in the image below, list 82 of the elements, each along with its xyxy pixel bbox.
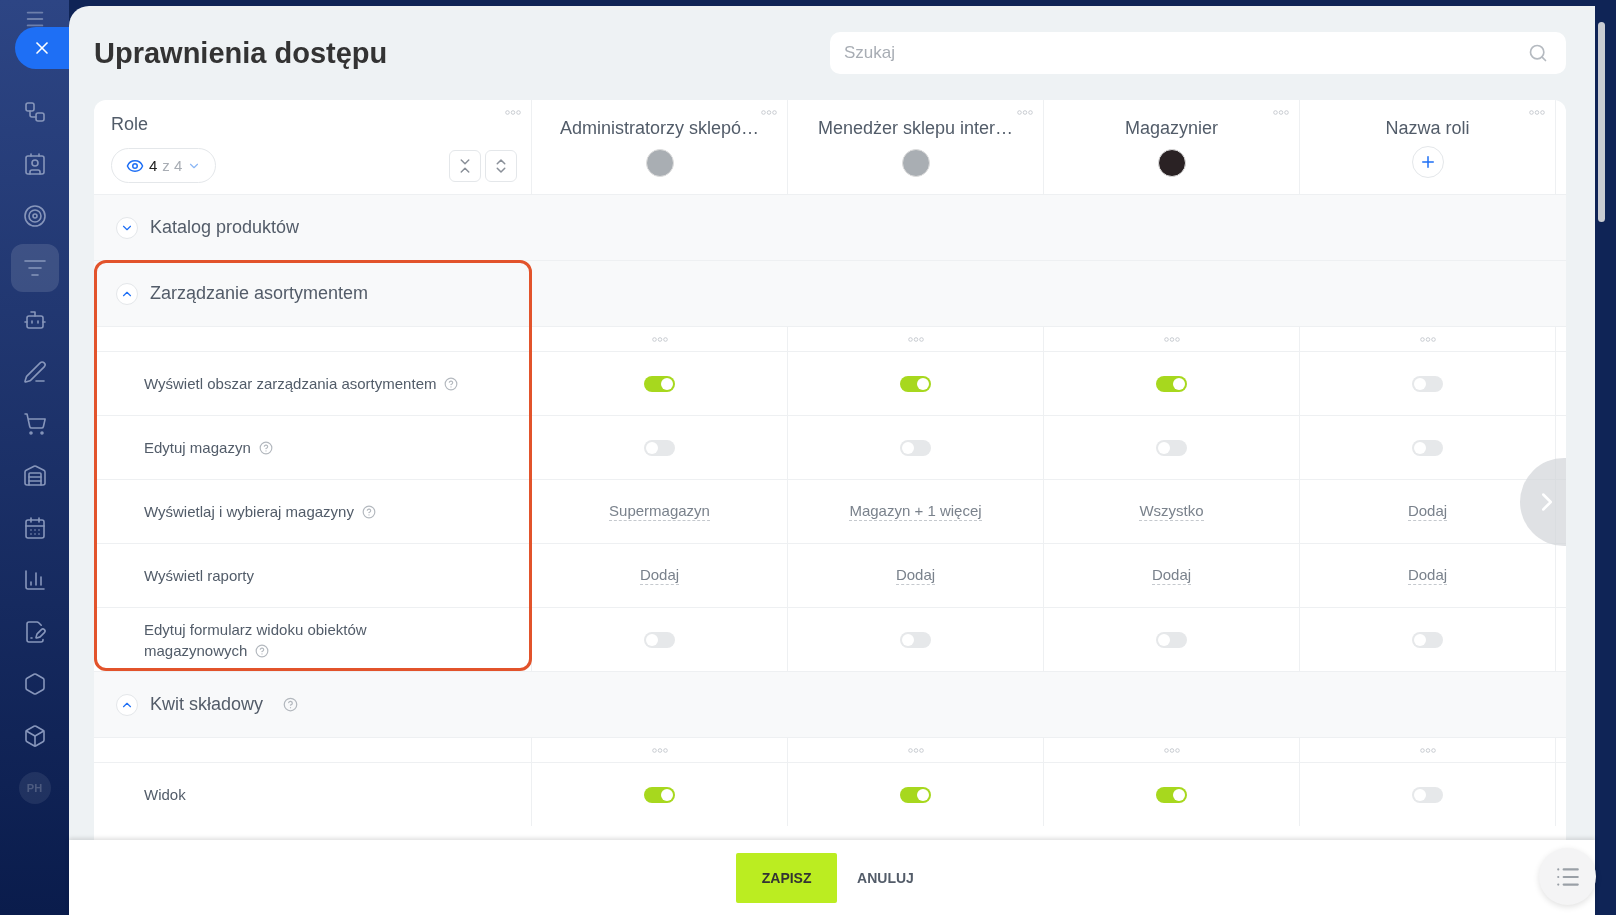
bar-chart-icon[interactable] bbox=[22, 568, 47, 592]
toggle-switch[interactable] bbox=[900, 439, 931, 456]
more-icon[interactable] bbox=[651, 336, 668, 342]
toggle-switch[interactable] bbox=[1156, 439, 1187, 456]
permission-label: Wyświetl raporty bbox=[144, 566, 254, 586]
toggle-switch[interactable] bbox=[1156, 375, 1187, 392]
more-icon[interactable] bbox=[651, 747, 668, 753]
more-icon[interactable] bbox=[1529, 110, 1545, 115]
toggle-switch[interactable] bbox=[644, 786, 675, 803]
toggle-switch[interactable] bbox=[1156, 786, 1187, 803]
value-link[interactable]: Dodaj bbox=[1407, 502, 1448, 521]
target-icon[interactable] bbox=[22, 204, 47, 228]
cart-icon[interactable] bbox=[22, 412, 47, 436]
help-icon[interactable] bbox=[283, 697, 299, 712]
toggle-switch[interactable] bbox=[644, 375, 675, 392]
expand-all-button[interactable] bbox=[485, 149, 517, 182]
cancel-button[interactable]: ANULUJ bbox=[843, 852, 928, 903]
value-link[interactable]: Magazyn + 1 więcej bbox=[849, 502, 982, 521]
user-avatar bbox=[1157, 149, 1186, 177]
box-icon[interactable] bbox=[22, 724, 47, 748]
toggle-switch[interactable] bbox=[1156, 631, 1187, 648]
more-icon[interactable] bbox=[1419, 747, 1436, 753]
scrollbar[interactable] bbox=[1598, 22, 1605, 222]
toggle-switch[interactable] bbox=[644, 439, 675, 456]
value-link[interactable]: Dodaj bbox=[895, 566, 936, 585]
sidebar-item[interactable] bbox=[10, 244, 59, 292]
toggle-switch[interactable] bbox=[900, 375, 931, 392]
more-icon[interactable] bbox=[1419, 336, 1436, 342]
flow-icon[interactable] bbox=[22, 100, 47, 124]
close-button[interactable] bbox=[15, 27, 69, 69]
visible-roles-filter[interactable]: 4 z 4 bbox=[111, 148, 217, 183]
role-name: Magazynier bbox=[1124, 118, 1218, 139]
value-link[interactable]: Supermagazyn bbox=[609, 502, 710, 521]
value-link[interactable]: Wszystko bbox=[1139, 502, 1204, 521]
hexagon-icon[interactable] bbox=[22, 672, 47, 696]
permission-label: Wyświetl obszar zarządzania asortymentem bbox=[144, 373, 459, 394]
calendar-icon[interactable] bbox=[22, 516, 47, 540]
permission-label: Edytuj formularz widoku obiektów magazynowych bbox=[144, 619, 368, 661]
toggle-switch[interactable] bbox=[1412, 786, 1443, 803]
toggle-switch[interactable] bbox=[1412, 375, 1443, 392]
section-title: Katalog produktów bbox=[150, 217, 300, 238]
more-icon[interactable] bbox=[907, 747, 924, 753]
more-icon[interactable] bbox=[1017, 110, 1033, 115]
section-title: Zarządzanie asortymentem bbox=[150, 283, 369, 304]
help-icon[interactable] bbox=[444, 377, 459, 391]
help-icon[interactable] bbox=[258, 441, 273, 455]
help-icon[interactable] bbox=[361, 505, 376, 519]
toggle-switch[interactable] bbox=[900, 631, 931, 648]
help-icon[interactable] bbox=[255, 643, 270, 658]
pen-icon[interactable] bbox=[22, 360, 47, 384]
user-avatar bbox=[901, 149, 930, 177]
add-button[interactable] bbox=[1411, 146, 1444, 178]
value-link[interactable]: Dodaj bbox=[1151, 566, 1192, 585]
page-title: Uprawnienia dostępu bbox=[94, 36, 388, 70]
section-title: Kwit składowy bbox=[150, 694, 264, 715]
permission-label: Wyświetlaj i wybieraj magazyny bbox=[144, 501, 376, 522]
contact-card-icon[interactable] bbox=[22, 152, 47, 176]
value-link[interactable]: Dodaj bbox=[639, 566, 680, 585]
toggle-switch[interactable] bbox=[1412, 439, 1443, 456]
robot-icon[interactable] bbox=[22, 308, 47, 332]
search-field[interactable]: Szukaj bbox=[830, 32, 1566, 74]
role-name: Menedżer sklepu inter… bbox=[817, 118, 1014, 139]
toggle-switch[interactable] bbox=[644, 631, 675, 648]
permission-label: Widok bbox=[144, 785, 186, 805]
toggle-switch[interactable] bbox=[1412, 631, 1443, 648]
more-icon[interactable] bbox=[1163, 747, 1180, 753]
value-link[interactable]: Dodaj bbox=[1407, 566, 1448, 585]
role-name: Administratorzy sklepó… bbox=[559, 118, 760, 139]
role-name: Nazwa roli bbox=[1385, 118, 1470, 139]
permission-label: Edytuj magazyn bbox=[144, 437, 273, 458]
collapse-all-button[interactable] bbox=[449, 149, 481, 182]
more-icon[interactable] bbox=[761, 110, 777, 115]
more-icon[interactable] bbox=[1273, 110, 1289, 115]
user-avatar bbox=[645, 149, 674, 177]
column-title: Role bbox=[111, 114, 150, 135]
warehouse-icon[interactable] bbox=[22, 464, 47, 488]
more-icon[interactable] bbox=[505, 110, 521, 115]
toggle-switch[interactable] bbox=[900, 786, 931, 803]
search-icon[interactable] bbox=[1528, 43, 1548, 63]
more-icon[interactable] bbox=[1163, 336, 1180, 342]
save-button[interactable]: ZAPISZ bbox=[736, 852, 838, 903]
more-icon[interactable] bbox=[907, 336, 924, 342]
